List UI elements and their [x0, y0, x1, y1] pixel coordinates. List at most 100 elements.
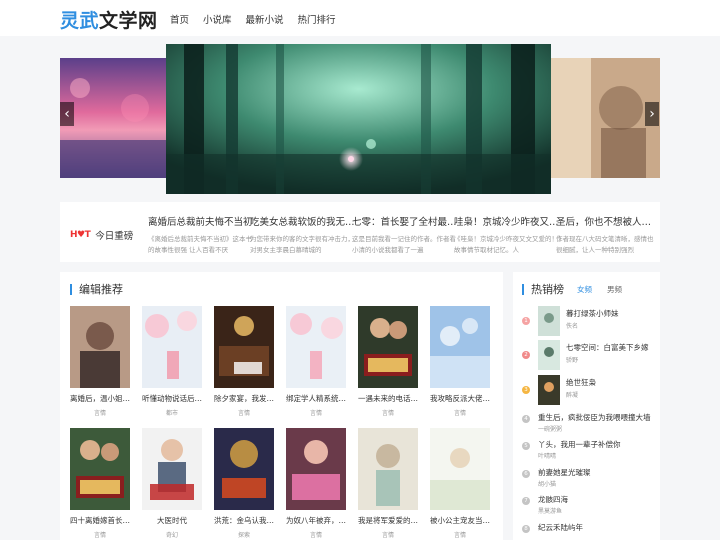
hot-item-title[interactable]: 七零：首长娶了全村最野的 [352, 214, 462, 228]
hot-item-desc: 作者现在八大码文笔清晰，感情也很细腻，让人一种特别强烈 [556, 235, 654, 254]
book-category: 言情 [453, 532, 466, 539]
tab-male[interactable]: 男频 [607, 284, 622, 295]
rank-number: 8 [522, 525, 530, 533]
book-cover[interactable] [142, 428, 202, 510]
book-name[interactable]: 听懂动物说话后我成了 [142, 393, 202, 404]
sunset-sea-image [60, 58, 166, 178]
today-hot-bar: H♥T 今日重磅 离婚后总裁前夫悔不当初 《离婚后总裁前夫悔不当初》这本书的故事性… [60, 202, 660, 262]
rank-cover[interactable] [538, 375, 560, 405]
book-name[interactable]: 四十离婚嫁首长我胜利 [70, 515, 130, 526]
hot-item-title[interactable]: 哇枭！京城冷少昨夜又跪了 [454, 214, 564, 228]
hot-title: H♥T 今日重磅 [70, 228, 133, 242]
book-name[interactable]: 我是将军爱爱的小娇娘 [358, 515, 418, 526]
book-cover[interactable] [358, 306, 418, 388]
book-name[interactable]: 为奴八年被弃，我杀疯了 [286, 515, 346, 526]
rank-title[interactable]: 重生后，疯批佞臣为我喂喂撞大墙 [538, 412, 656, 423]
hot-item-title[interactable]: 离婚后总裁前夫悔不当初 [148, 214, 258, 228]
carousel-next-button[interactable]: › [645, 102, 659, 126]
book-cover[interactable] [214, 306, 274, 388]
section-title: 热销榜 [522, 284, 564, 295]
book-card[interactable]: 四十离婚嫁首长我胜利 言情 [70, 428, 130, 539]
book-name[interactable]: 我攻略反派大佬千百次 [430, 393, 490, 404]
hot-badge-icon: H♥T [70, 230, 91, 240]
rank-title[interactable]: 丫头，我用一辈子补偿你 [538, 439, 656, 450]
rank-number: 4 [522, 415, 530, 423]
nav-home[interactable]: 首页 [170, 12, 189, 26]
book-cover[interactable] [286, 428, 346, 510]
book-name[interactable]: 洪荒：金乌认我当大哥 [214, 515, 274, 526]
rank-number: 5 [522, 442, 530, 450]
book-card[interactable]: 被小公主宠友当一生 言情 [430, 428, 490, 539]
book-card[interactable]: 大医时代 奇幻 [142, 428, 202, 539]
tab-female[interactable]: 女频 [577, 284, 592, 295]
book-name[interactable]: 绑定学人精系统后我杀 [286, 393, 346, 404]
nav-ranking[interactable]: 热门排行 [298, 12, 336, 26]
book-card[interactable]: 听懂动物说话后我成了 都市 [142, 306, 202, 417]
book-cover[interactable] [70, 306, 130, 388]
book-category: 言情 [93, 532, 106, 539]
rank-title[interactable]: 绝世狂枭 [566, 377, 656, 388]
book-card[interactable]: 我是将军爱爱的小娇娘 言情 [358, 428, 418, 539]
nav-library[interactable]: 小说库 [203, 12, 232, 26]
book-card[interactable]: 洪荒：金乌认我当大哥 探索 [214, 428, 274, 539]
hot-item-title[interactable]: 吃美女总裁软饭的我无敌了 [250, 214, 360, 228]
logo-main: 文学网 [99, 10, 158, 32]
book-card[interactable]: 为奴八年被弃，我杀疯了 言情 [286, 428, 346, 539]
book-card[interactable]: 离婚后，温小姐成了顶流 言情 [70, 306, 130, 417]
editor-recommend: 编辑推荐 离婚后，温小姐成了顶流 言情 听懂动物说话后我成了 都市 除夕家宴，我… [60, 272, 503, 540]
book-cover[interactable] [214, 428, 274, 510]
hot-item[interactable]: 哇枭！京城冷少昨夜又跪了《哇枭！京城冷少昨夜又文又爱的！》故事情节取材记忆。人 [454, 214, 564, 256]
site-logo[interactable]: 灵武文学网 [60, 6, 158, 33]
carousel-prev-button[interactable]: ‹ [60, 102, 74, 126]
book-category: 言情 [453, 410, 466, 417]
hot-item[interactable]: 圣后，你也不想被人知道吧作者现在八大码文笔清晰，感情也很细腻，让人一种特别强烈 [556, 214, 656, 256]
banner-carousel: ‹ › [0, 36, 720, 196]
hot-item-title[interactable]: 圣后，你也不想被人知道吧 [556, 214, 656, 228]
rank-title[interactable]: 龙骸四海 [538, 494, 656, 505]
rank-title[interactable]: 前妻她星光璀璨 [538, 467, 656, 478]
rank-title[interactable]: 纪云禾陆屿年 [538, 522, 656, 533]
book-name[interactable]: 大医时代 [142, 515, 202, 526]
book-cover[interactable] [142, 306, 202, 388]
rank-title[interactable]: 暮打绿茶小师妹 [566, 308, 656, 319]
hot-item[interactable]: 离婚后总裁前夫悔不当初 《离婚后总裁前夫悔不当初》这本书的故事性很强 让人百看不厌 [148, 214, 258, 256]
hot-item[interactable]: 吃美女总裁软饭的我无敌了为您带来你的客的文字很有冲击力，对男女主李晨白慕晴城的 [250, 214, 360, 256]
rank-author: 佚名 [566, 323, 579, 330]
banner-slide-prev[interactable] [60, 58, 166, 178]
book-card[interactable]: 一遇未来的电话我杀疯了 言情 [358, 306, 418, 417]
nav-latest[interactable]: 最新小说 [246, 12, 284, 26]
forest-girl-image [166, 44, 551, 194]
book-category: 言情 [93, 410, 106, 417]
book-cover[interactable] [286, 306, 346, 388]
hot-item-desc: 为您带来你的客的文字很有冲击力，对男女主李晨白慕晴城的 [250, 235, 354, 254]
illustration-image [551, 58, 660, 178]
book-name[interactable]: 一遇未来的电话我杀疯了 [358, 393, 418, 404]
book-category: 都市 [165, 410, 178, 417]
rank-author: 胡小猫 [538, 481, 557, 488]
rank-number: 7 [522, 497, 530, 505]
site-header: 灵武文学网 首页 小说库 最新小说 热门排行 [0, 0, 720, 36]
hot-item-desc: 《哇枭！京城冷少昨夜又文又爱的！》故事情节取材记忆。人 [454, 235, 562, 254]
book-card[interactable]: 除夕家宴，我发现老公出 言情 [214, 306, 274, 417]
section-title: 编辑推荐 [70, 284, 123, 295]
book-card[interactable]: 绑定学人精系统后我杀 言情 [286, 306, 346, 417]
book-name[interactable]: 被小公主宠友当一生 [430, 515, 490, 526]
book-card[interactable]: 我攻略反派大佬千百次 言情 [430, 306, 490, 417]
rank-number: 3 [522, 386, 530, 394]
rank-author: 醉凝 [566, 392, 579, 399]
book-cover[interactable] [430, 428, 490, 510]
rank-cover[interactable] [538, 306, 560, 336]
book-name[interactable]: 除夕家宴，我发现老公出 [214, 393, 274, 404]
hot-item[interactable]: 七零：首长娶了全村最野的这是目前我看一记住的作者。作者看小清的小说我都看了一遍 [352, 214, 462, 256]
book-cover[interactable] [430, 306, 490, 388]
book-cover[interactable] [70, 428, 130, 510]
hot-label: 今日重磅 [95, 231, 134, 242]
banner-slide-next[interactable] [551, 58, 660, 178]
book-name[interactable]: 离婚后，温小姐成了顶流 [70, 393, 130, 404]
rank-cover[interactable] [538, 340, 560, 370]
hot-item-desc: 这是目前我看一记住的作者。作者看小清的小说我都看了一遍 [352, 235, 456, 254]
book-category: 言情 [237, 410, 250, 417]
book-cover[interactable] [358, 428, 418, 510]
banner-slide-active[interactable] [166, 44, 551, 194]
rank-title[interactable]: 七零空间：白富美下乡嫁 [566, 342, 656, 353]
